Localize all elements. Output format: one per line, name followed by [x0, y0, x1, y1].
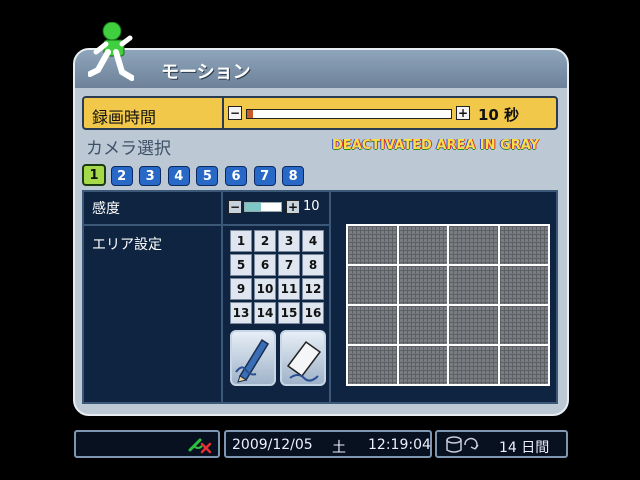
- area-cell-11[interactable]: 11: [278, 278, 300, 300]
- sensitivity-fill: [245, 203, 262, 211]
- sensitivity-decrease-button[interactable]: −: [228, 200, 242, 214]
- divider: [84, 224, 331, 226]
- camera-button-1[interactable]: 1: [82, 164, 106, 186]
- mask-cell[interactable]: [398, 226, 447, 264]
- camera-button-3[interactable]: 3: [139, 166, 162, 186]
- area-cell-12[interactable]: 12: [302, 278, 324, 300]
- motion-runner-icon: [88, 22, 134, 81]
- status-datetime-box: 2009/12/05 土 12:19:04: [224, 430, 432, 458]
- pencil-icon: [235, 338, 270, 383]
- disk-overwrite-icon: [446, 436, 479, 453]
- mask-cell[interactable]: [398, 306, 447, 344]
- window-header: モーション: [75, 50, 567, 88]
- area-cell-5[interactable]: 5: [230, 254, 252, 276]
- area-cell-7[interactable]: 7: [278, 254, 300, 276]
- eraser-tool-button[interactable]: [280, 330, 326, 386]
- mask-cell[interactable]: [348, 306, 397, 344]
- area-cell-16[interactable]: 16: [302, 302, 324, 324]
- eraser-icon: [286, 340, 322, 382]
- area-cell-1[interactable]: 1: [230, 230, 252, 252]
- camera-select-label: カメラ選択: [86, 139, 171, 159]
- status-recording-days: 14 日間: [499, 440, 550, 456]
- sensitivity-label: 感度: [92, 201, 120, 217]
- area-cell-13[interactable]: 13: [230, 302, 252, 324]
- record-time-fill: [247, 110, 254, 118]
- deactivated-area-notice: DEACTIVATED AREA IN GRAY: [332, 138, 539, 153]
- sensitivity-value: 10: [303, 199, 320, 214]
- area-cell-6[interactable]: 6: [254, 254, 276, 276]
- mask-cell[interactable]: [499, 266, 548, 304]
- record-time-value: 10 秒: [478, 106, 520, 124]
- pencil-tool-button[interactable]: [230, 330, 276, 386]
- area-cell-3[interactable]: 3: [278, 230, 300, 252]
- status-time: 12:19:04: [368, 437, 431, 453]
- mask-cell[interactable]: [348, 266, 397, 304]
- record-time-increase-button[interactable]: +: [456, 106, 470, 120]
- camera-button-2[interactable]: 2: [110, 166, 133, 186]
- divider: [222, 98, 224, 128]
- record-time-slider[interactable]: [246, 109, 452, 119]
- status-storage-box: 14 日間: [435, 430, 568, 458]
- sensitivity-increase-button[interactable]: +: [286, 200, 300, 214]
- mask-cell[interactable]: [449, 266, 498, 304]
- mask-cell[interactable]: [499, 226, 548, 264]
- window-title: モーション: [161, 62, 251, 83]
- area-cell-14[interactable]: 14: [254, 302, 276, 324]
- area-selector-grid: 1 2 3 4 5 6 7 8 9 10 11 12 13 14 15 16: [230, 230, 324, 324]
- area-setting-label: エリア設定: [92, 237, 162, 253]
- sensitivity-slider[interactable]: [244, 202, 282, 212]
- mask-cell[interactable]: [499, 346, 548, 384]
- area-cell-8[interactable]: 8: [302, 254, 324, 276]
- mask-cell[interactable]: [348, 226, 397, 264]
- camera-button-4[interactable]: 4: [167, 166, 190, 186]
- status-date: 2009/12/05: [232, 437, 313, 453]
- area-cell-9[interactable]: 9: [230, 278, 252, 300]
- record-time-label: 録画時間: [92, 108, 157, 127]
- record-time-row: 録画時間 − + 10 秒: [82, 96, 558, 130]
- status-weekday: 土: [332, 440, 346, 456]
- camera-button-6[interactable]: 6: [225, 166, 247, 186]
- area-cell-4[interactable]: 4: [302, 230, 324, 252]
- mask-cell[interactable]: [348, 346, 397, 384]
- camera-button-7[interactable]: 7: [253, 166, 276, 186]
- mask-cell[interactable]: [449, 306, 498, 344]
- record-time-decrease-button[interactable]: −: [228, 106, 242, 120]
- mask-cell[interactable]: [499, 306, 548, 344]
- area-cell-15[interactable]: 15: [278, 302, 300, 324]
- mask-cell[interactable]: [398, 346, 447, 384]
- status-alert-box: [74, 430, 220, 458]
- motion-mask-grid: [346, 224, 550, 386]
- motion-disabled-icon: [188, 438, 212, 454]
- area-cell-2[interactable]: 2: [254, 230, 276, 252]
- settings-content: 感度 − + 10 エリア設定 1 2 3 4 5 6 7 8 9 10 11 12 13 14 15 16: [82, 190, 558, 404]
- mask-cell[interactable]: [398, 266, 447, 304]
- camera-button-8[interactable]: 8: [282, 166, 305, 186]
- area-cell-10[interactable]: 10: [254, 278, 276, 300]
- mask-cell[interactable]: [449, 226, 498, 264]
- mask-cell[interactable]: [449, 346, 498, 384]
- camera-button-5[interactable]: 5: [196, 166, 219, 186]
